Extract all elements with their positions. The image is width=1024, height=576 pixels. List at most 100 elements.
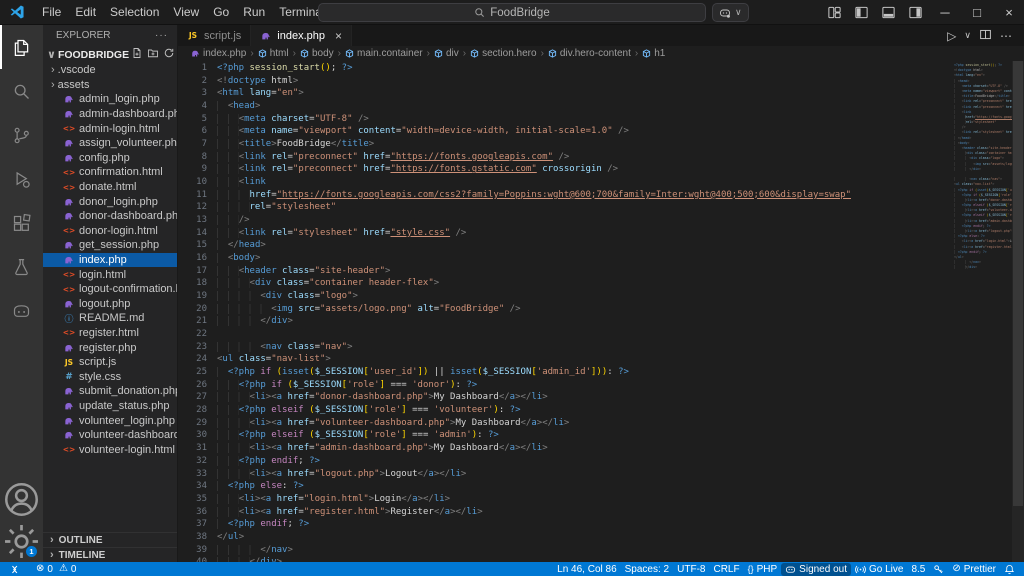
- file-item-donor-dashboard.php[interactable]: donor-dashboard.php: [43, 209, 177, 224]
- menu-file[interactable]: File: [35, 3, 68, 21]
- breadcrumb-item-body[interactable]: body: [300, 48, 334, 59]
- menu-selection[interactable]: Selection: [103, 3, 166, 21]
- file-item-admin-dashboard.php[interactable]: admin-dashboard.php: [43, 107, 177, 122]
- prettier[interactable]: ⊘Prettier: [948, 562, 1000, 576]
- toggle-sidebar-icon[interactable]: [849, 2, 874, 23]
- menu-run[interactable]: Run: [236, 3, 272, 21]
- file-item-README.md[interactable]: ⓘREADME.md: [43, 311, 177, 326]
- line-number: 14: [178, 227, 207, 240]
- notifications[interactable]: [1000, 562, 1019, 576]
- file-item-config.php[interactable]: config.php: [43, 151, 177, 166]
- new-folder-icon[interactable]: [147, 47, 159, 62]
- split-editor-icon[interactable]: [979, 28, 992, 44]
- file-item-admin-login.html[interactable]: <>admin-login.html: [43, 121, 177, 136]
- problems-indicator[interactable]: ⊗ 0 ⚠ 0: [32, 562, 80, 576]
- breadcrumb-item-index.php[interactable]: index.php: [191, 48, 246, 59]
- menu-edit[interactable]: Edit: [68, 3, 103, 21]
- file-label: admin-login.html: [79, 123, 160, 135]
- file-item-confirmation.html[interactable]: <>confirmation.html: [43, 165, 177, 180]
- scrollbar[interactable]: [1012, 61, 1024, 562]
- tab-script.js[interactable]: JSscript.js: [178, 25, 251, 46]
- file-item-volunteer-login.html[interactable]: <>volunteer-login.html: [43, 442, 177, 457]
- file-item-register.html[interactable]: <>register.html: [43, 326, 177, 341]
- code-editor[interactable]: 1<?php session_start(); ?>2<!doctype htm…: [178, 61, 1024, 562]
- refresh-icon[interactable]: [163, 47, 175, 62]
- command-center-search[interactable]: FoodBridge: [318, 3, 706, 22]
- file-item-logout.php[interactable]: logout.php: [43, 297, 177, 312]
- breadcrumb-item-main.container[interactable]: main.container: [345, 48, 423, 59]
- search-icon[interactable]: [0, 69, 43, 113]
- explorer-icon[interactable]: [0, 25, 43, 69]
- more-actions-icon[interactable]: ···: [155, 30, 168, 41]
- minimap[interactable]: <?php session_start(); ?><!doctype html>…: [954, 63, 1012, 271]
- scrollbar-thumb[interactable]: [1013, 61, 1023, 506]
- file-item-login.html[interactable]: <>login.html: [43, 267, 177, 282]
- status-left: ⊗ 0 ⚠ 0: [5, 562, 80, 576]
- search-icon: [474, 7, 485, 18]
- tab-index.php[interactable]: index.php×: [251, 25, 352, 46]
- breadcrumb-item-div.hero-content[interactable]: div.hero-content: [548, 48, 631, 59]
- menu-go[interactable]: Go: [206, 3, 236, 21]
- file-item-register.php[interactable]: register.php: [43, 340, 177, 355]
- line-number: 13: [178, 214, 207, 227]
- close-button[interactable]: ×: [994, 0, 1024, 25]
- folder-item-assets[interactable]: ›assets: [43, 78, 177, 93]
- file-item-index.php[interactable]: index.php: [43, 253, 177, 268]
- file-item-script.js[interactable]: JSscript.js: [43, 355, 177, 370]
- accounts-icon[interactable]: [0, 478, 43, 520]
- file-item-assign_volunteer.php[interactable]: assign_volunteer.php: [43, 136, 177, 151]
- file-item-admin_login.php[interactable]: admin_login.php: [43, 92, 177, 107]
- toggle-secondary-sidebar-icon[interactable]: [903, 2, 928, 23]
- settings-icon[interactable]: 1: [0, 520, 43, 562]
- testing-icon[interactable]: [0, 245, 43, 289]
- maximize-button[interactable]: □: [962, 0, 992, 25]
- chevron-collapsed-icon: ›: [51, 79, 55, 91]
- folder-item-.vscode[interactable]: ›.vscode: [43, 63, 177, 78]
- file-item-update_status.php[interactable]: update_status.php: [43, 399, 177, 414]
- file-item-submit_donation.php[interactable]: submit_donation.php: [43, 384, 177, 399]
- run-debug-icon[interactable]: [0, 157, 43, 201]
- eol[interactable]: CRLF: [709, 562, 743, 576]
- panel-outline[interactable]: ›OUTLINE: [43, 532, 177, 547]
- close-tab-icon[interactable]: ×: [335, 29, 342, 43]
- breadcrumb-item-div[interactable]: div: [434, 48, 459, 59]
- file-item-volunteer_login.php[interactable]: volunteer_login.php: [43, 413, 177, 428]
- toggle-panel-icon[interactable]: [876, 2, 901, 23]
- file-item-donor-login.html[interactable]: <>donor-login.html: [43, 224, 177, 239]
- indentation[interactable]: Spaces: 2: [621, 562, 673, 576]
- file-item-logout-confirmation.html[interactable]: <>logout-confirmation.html: [43, 282, 177, 297]
- copilot-button[interactable]: ∨: [712, 3, 749, 22]
- copilot-chat-icon[interactable]: [0, 289, 43, 333]
- php-version[interactable]: 8.5: [907, 562, 929, 576]
- breadcrumb-item-html[interactable]: html: [258, 48, 289, 59]
- line-number: 19: [178, 290, 207, 303]
- explorer-root-folder[interactable]: ∨ FOODBRIDGE: [43, 46, 177, 63]
- cursor-position[interactable]: Ln 46, Col 86: [553, 562, 621, 576]
- file-item-style.css[interactable]: #style.css: [43, 369, 177, 384]
- customize-layout-icon[interactable]: [822, 2, 847, 23]
- code-line: 12 rel="stylesheet": [178, 201, 952, 214]
- breadcrumb-item-section.hero[interactable]: section.hero: [470, 48, 536, 59]
- source-control-icon[interactable]: [0, 113, 43, 157]
- copilot-status[interactable]: Signed out: [781, 563, 851, 576]
- minimize-button[interactable]: ─: [930, 0, 960, 25]
- breadcrumb-item-h1[interactable]: h1: [642, 48, 665, 59]
- more-actions-icon[interactable]: ⋯: [1000, 29, 1012, 43]
- file-item-volunteer-dashboard.php[interactable]: volunteer-dashboard.php: [43, 428, 177, 443]
- intelephense-key[interactable]: [929, 562, 948, 576]
- go-live[interactable]: Go Live: [851, 562, 907, 576]
- line-number: 26: [178, 379, 207, 392]
- remote-indicator[interactable]: [5, 562, 24, 576]
- file-item-donor_login.php[interactable]: donor_login.php: [43, 194, 177, 209]
- menu-view[interactable]: View: [166, 3, 206, 21]
- run-dropdown-icon[interactable]: ∨: [964, 30, 971, 41]
- language-mode[interactable]: {}PHP: [744, 562, 782, 576]
- file-item-donate.html[interactable]: <>donate.html: [43, 180, 177, 195]
- run-button[interactable]: ▷: [947, 29, 956, 43]
- new-file-icon[interactable]: [131, 47, 143, 62]
- file-item-get_session.php[interactable]: get_session.php: [43, 238, 177, 253]
- extensions-icon[interactable]: [0, 201, 43, 245]
- symbol-icon: [470, 49, 479, 58]
- panel-timeline[interactable]: ›TIMELINE: [43, 547, 177, 562]
- encoding[interactable]: UTF-8: [673, 562, 709, 576]
